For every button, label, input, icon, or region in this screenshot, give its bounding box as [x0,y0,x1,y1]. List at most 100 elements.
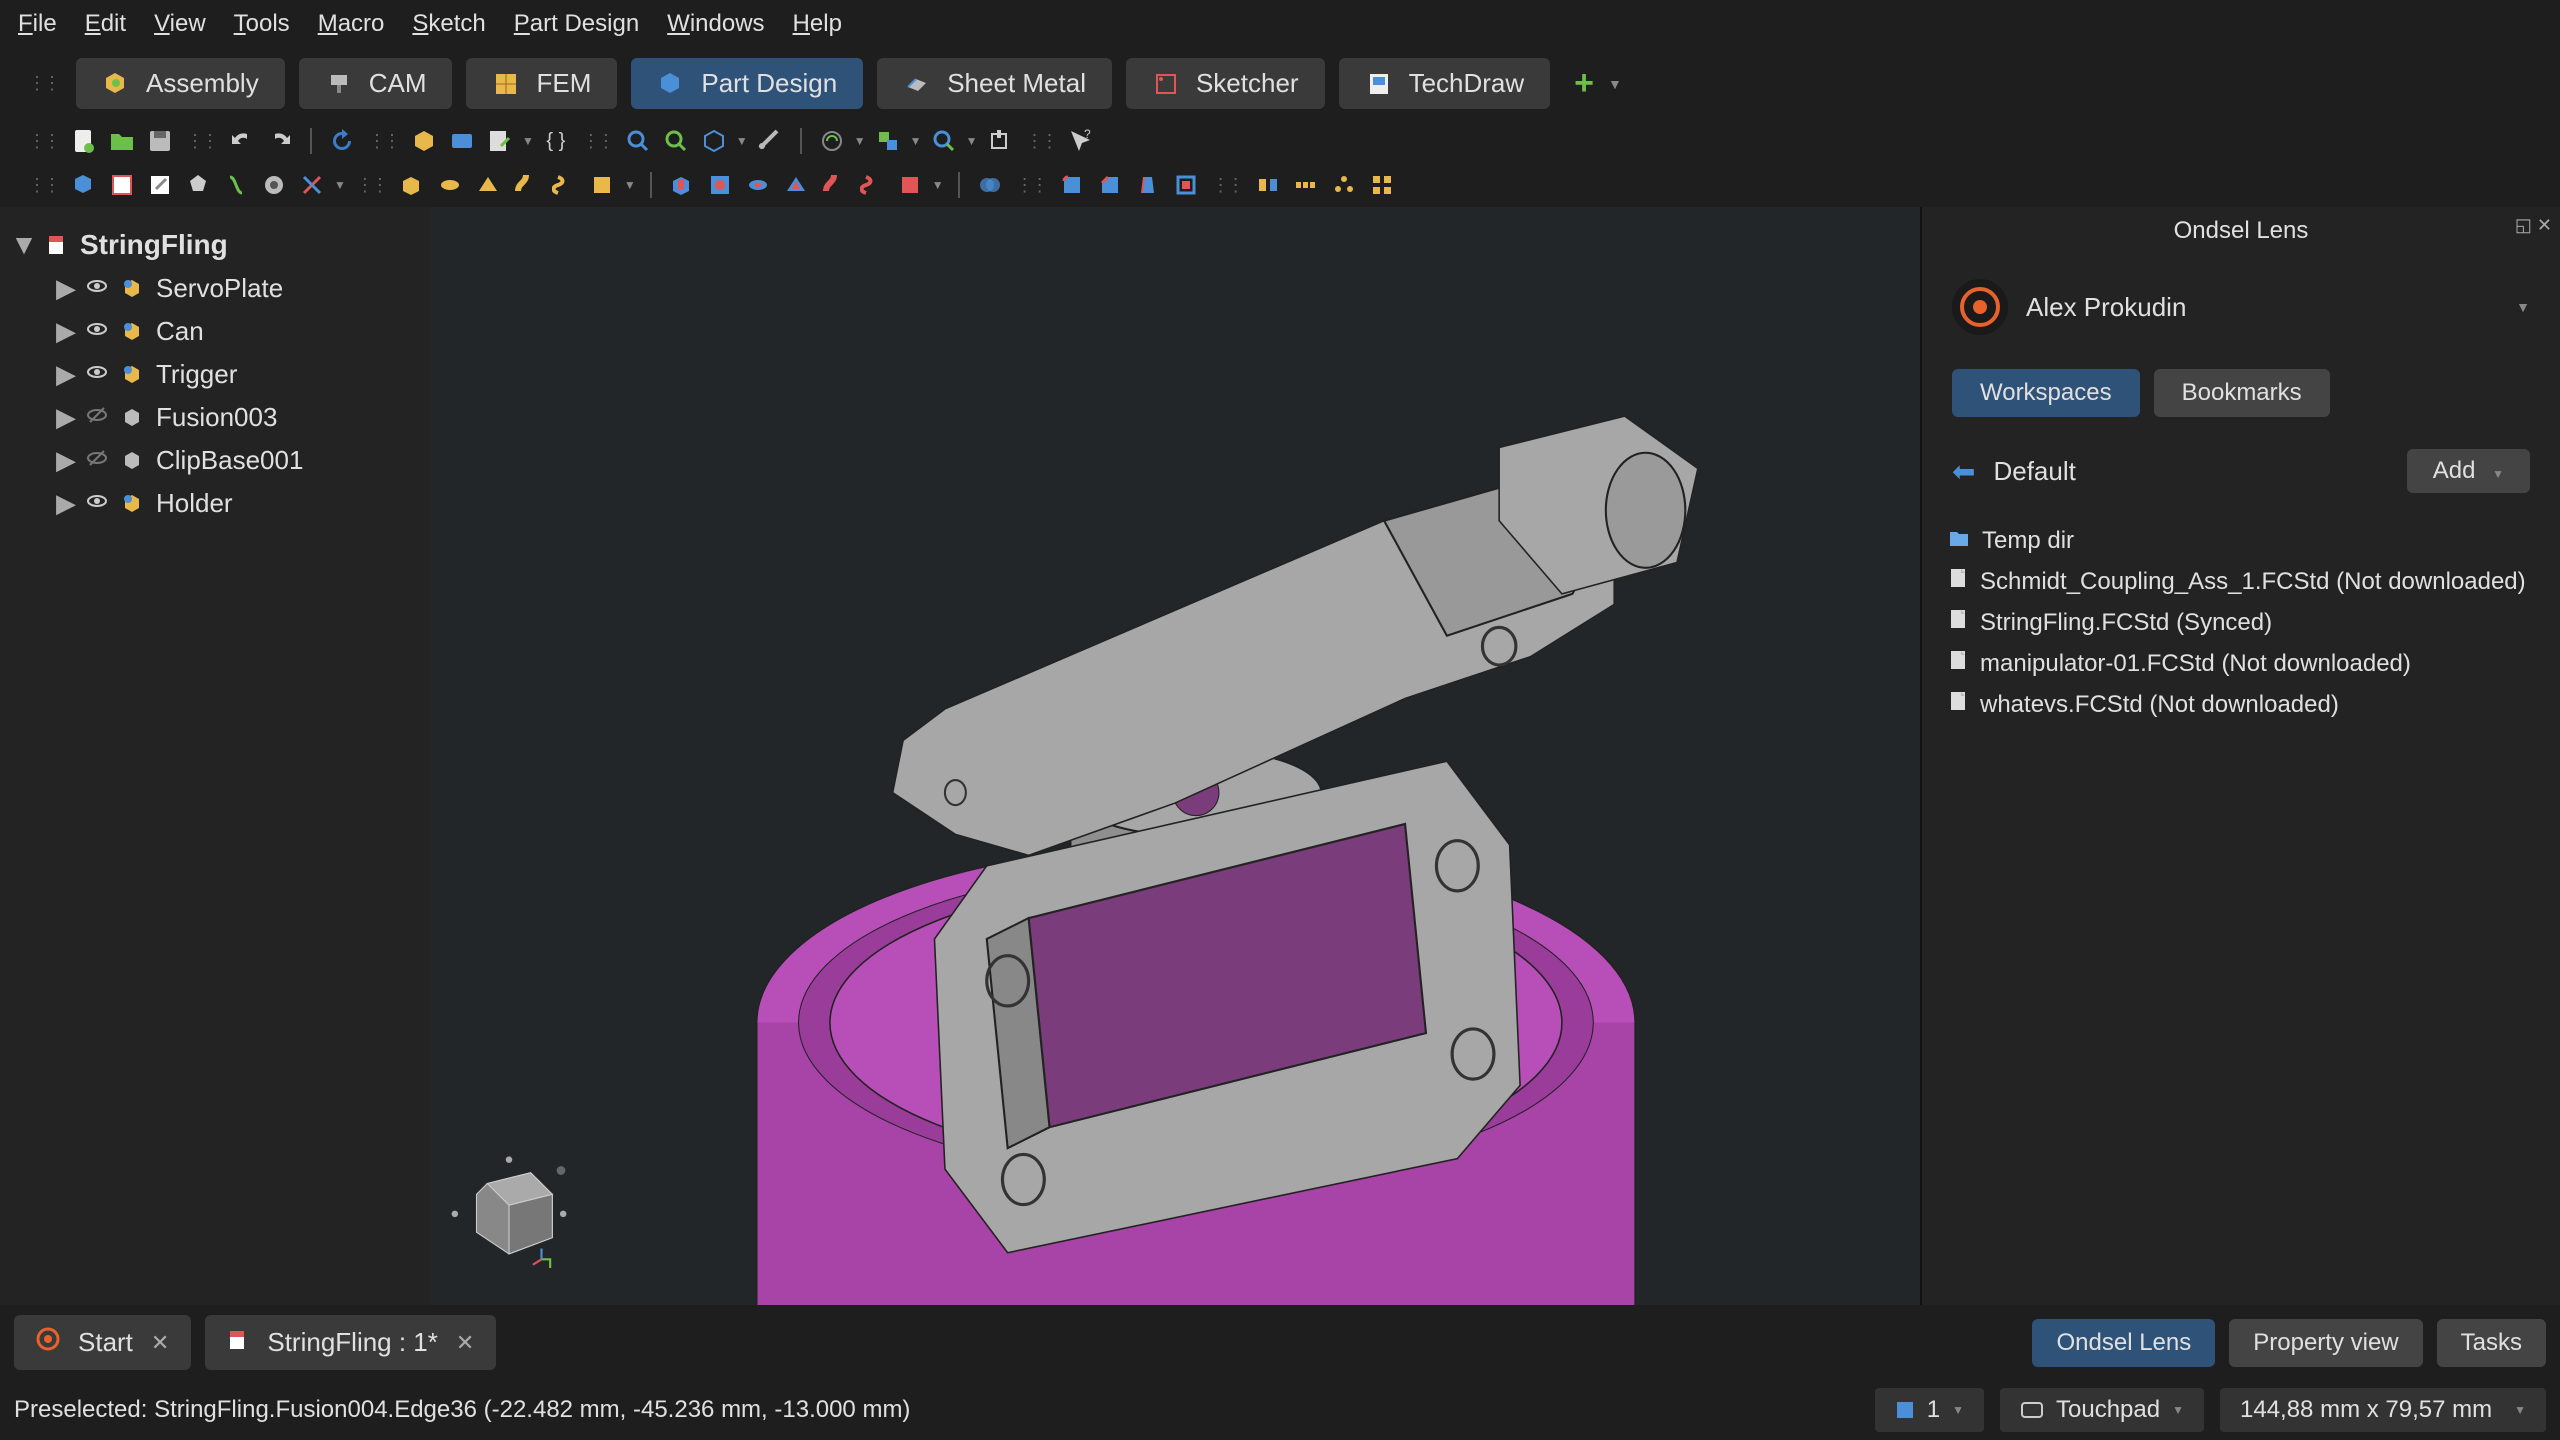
revolution-icon[interactable] [434,169,466,201]
expand-icon[interactable]: ▶ [56,445,76,476]
back-arrow-icon[interactable]: ⬅ [1952,455,1975,488]
draw-style-icon[interactable] [698,125,730,157]
zoom-sync-icon[interactable] [928,125,960,157]
dropdown-icon[interactable]: ▼ [624,178,636,192]
edit-sketch-icon[interactable] [144,169,176,201]
tree-item-holder[interactable]: ▶Holder [52,482,420,525]
workbench-sketcher[interactable]: Sketcher [1126,58,1325,109]
subtractive-loft-icon[interactable] [780,169,812,201]
toolbar-grip-icon[interactable]: ⋮⋮ [28,73,58,94]
chamfer-icon[interactable] [1094,169,1126,201]
thickness-icon[interactable] [1170,169,1202,201]
mirrored-icon[interactable] [1252,169,1284,201]
file-item[interactable]: whatevs.FCStd (Not downloaded) [1940,684,2542,725]
toolbar-grip-icon[interactable]: ⋮⋮ [1016,175,1046,196]
pocket-icon[interactable] [666,169,698,201]
close-tab-icon[interactable]: ✕ [151,1330,169,1356]
zoom-selection-icon[interactable] [660,125,692,157]
tab-bookmarks[interactable]: Bookmarks [2154,369,2330,417]
tree-item-trigger[interactable]: ▶Trigger [52,353,420,396]
sub-shape-binder-icon[interactable] [182,169,214,201]
toolbar-grip-icon[interactable]: ⋮⋮ [1025,131,1055,152]
add-button[interactable]: Add ▼ [2407,449,2530,493]
additive-helix-icon[interactable] [548,169,580,201]
dimensions-display[interactable]: 144,88 mm x 79,57 mm ▼ [2220,1388,2546,1432]
group-icon[interactable] [446,125,478,157]
visibility-icon[interactable] [86,275,110,303]
hole-icon[interactable] [704,169,736,201]
menu-partdesign[interactable]: Part Design [514,10,639,38]
expand-icon[interactable]: ▼ [14,229,34,261]
menu-view[interactable]: View [154,10,206,38]
workbench-assembly[interactable]: Assembly [76,58,285,109]
whats-this-icon[interactable]: ? [1065,125,1097,157]
subtractive-pipe-icon[interactable] [818,169,850,201]
dropdown-icon[interactable]: ▼ [932,178,944,192]
menu-windows[interactable]: Windows [667,10,764,38]
linear-pattern-icon[interactable] [1290,169,1322,201]
open-file-icon[interactable] [106,125,138,157]
user-profile[interactable]: Alex Prokudin ▼ [1922,255,2560,359]
workspace-name[interactable]: Default [1993,456,2075,487]
menu-sketch[interactable]: Sketch [412,10,485,38]
datum-icon[interactable] [296,169,328,201]
visibility-icon[interactable] [86,447,110,475]
box-icon[interactable] [408,125,440,157]
file-item[interactable]: manipulator-01.FCStd (Not downloaded) [1940,643,2542,684]
dropdown-icon[interactable]: ▼ [334,178,346,192]
undo-icon[interactable] [226,125,258,157]
panel-window-controls[interactable]: ◱ ✕ [2515,215,2552,236]
menu-macro[interactable]: Macro [318,10,385,38]
measure-icon[interactable] [754,125,786,157]
dropdown-icon[interactable]: ▼ [736,134,748,148]
pad-icon[interactable] [396,169,428,201]
dropdown-icon[interactable]: ▼ [1608,76,1622,92]
layer-selector[interactable]: 1 ▼ [1875,1388,1984,1432]
subtractive-helix-icon[interactable] [856,169,888,201]
clone-icon[interactable] [220,169,252,201]
link-icon[interactable] [484,125,516,157]
multi-transform-icon[interactable] [1366,169,1398,201]
file-item[interactable]: Temp dir [1940,521,2542,561]
expand-icon[interactable]: ▶ [56,488,76,519]
close-tab-icon[interactable]: ✕ [456,1330,474,1356]
dropdown-icon[interactable]: ▼ [2516,299,2530,315]
fillet-icon[interactable] [1056,169,1088,201]
additive-primitive-icon[interactable] [586,169,618,201]
expand-icon[interactable]: ▶ [56,273,76,304]
boolean-icon[interactable] [974,169,1006,201]
sync-view-icon[interactable] [816,125,848,157]
sync-selection-icon[interactable] [872,125,904,157]
toolbar-grip-icon[interactable]: ⋮⋮ [368,131,398,152]
dropdown-icon[interactable]: ▼ [522,134,534,148]
toolbar-grip-icon[interactable]: ⋮⋮ [1212,175,1242,196]
expand-icon[interactable]: ▶ [56,402,76,433]
tree-root[interactable]: ▼ StringFling [10,223,420,267]
file-item[interactable]: StringFling.FCStd (Synced) [1940,602,2542,643]
tree-item-fusion003[interactable]: ▶Fusion003 [52,396,420,439]
expand-icon[interactable]: ▶ [56,316,76,347]
toolbar-grip-icon[interactable]: ⋮⋮ [28,175,58,196]
create-sketch-icon[interactable] [106,169,138,201]
toolbar-grip-icon[interactable]: ⋮⋮ [356,175,386,196]
visibility-icon[interactable] [86,361,110,389]
tree-item-servoplate[interactable]: ▶ServoPlate [52,267,420,310]
workbench-fem[interactable]: FEM [466,58,617,109]
draft-icon[interactable] [1132,169,1164,201]
toolbar-grip-icon[interactable]: ⋮⋮ [186,131,216,152]
dropdown-icon[interactable]: ▼ [966,134,978,148]
toggle-clip-icon[interactable] [983,125,1015,157]
redo-icon[interactable] [264,125,296,157]
visibility-icon[interactable] [86,404,110,432]
zoom-fit-icon[interactable] [622,125,654,157]
create-body-icon[interactable] [68,169,100,201]
additive-loft-icon[interactable] [472,169,504,201]
panel-btn-property-view[interactable]: Property view [2229,1319,2422,1367]
navigation-style-selector[interactable]: Touchpad ▼ [2000,1388,2204,1432]
subtractive-primitive-icon[interactable] [894,169,926,201]
toolbar-grip-icon[interactable]: ⋮⋮ [582,131,612,152]
groove-icon[interactable] [742,169,774,201]
panel-btn-tasks[interactable]: Tasks [2437,1319,2546,1367]
workbench-techdraw[interactable]: TechDraw [1339,58,1551,109]
polar-pattern-icon[interactable] [1328,169,1360,201]
